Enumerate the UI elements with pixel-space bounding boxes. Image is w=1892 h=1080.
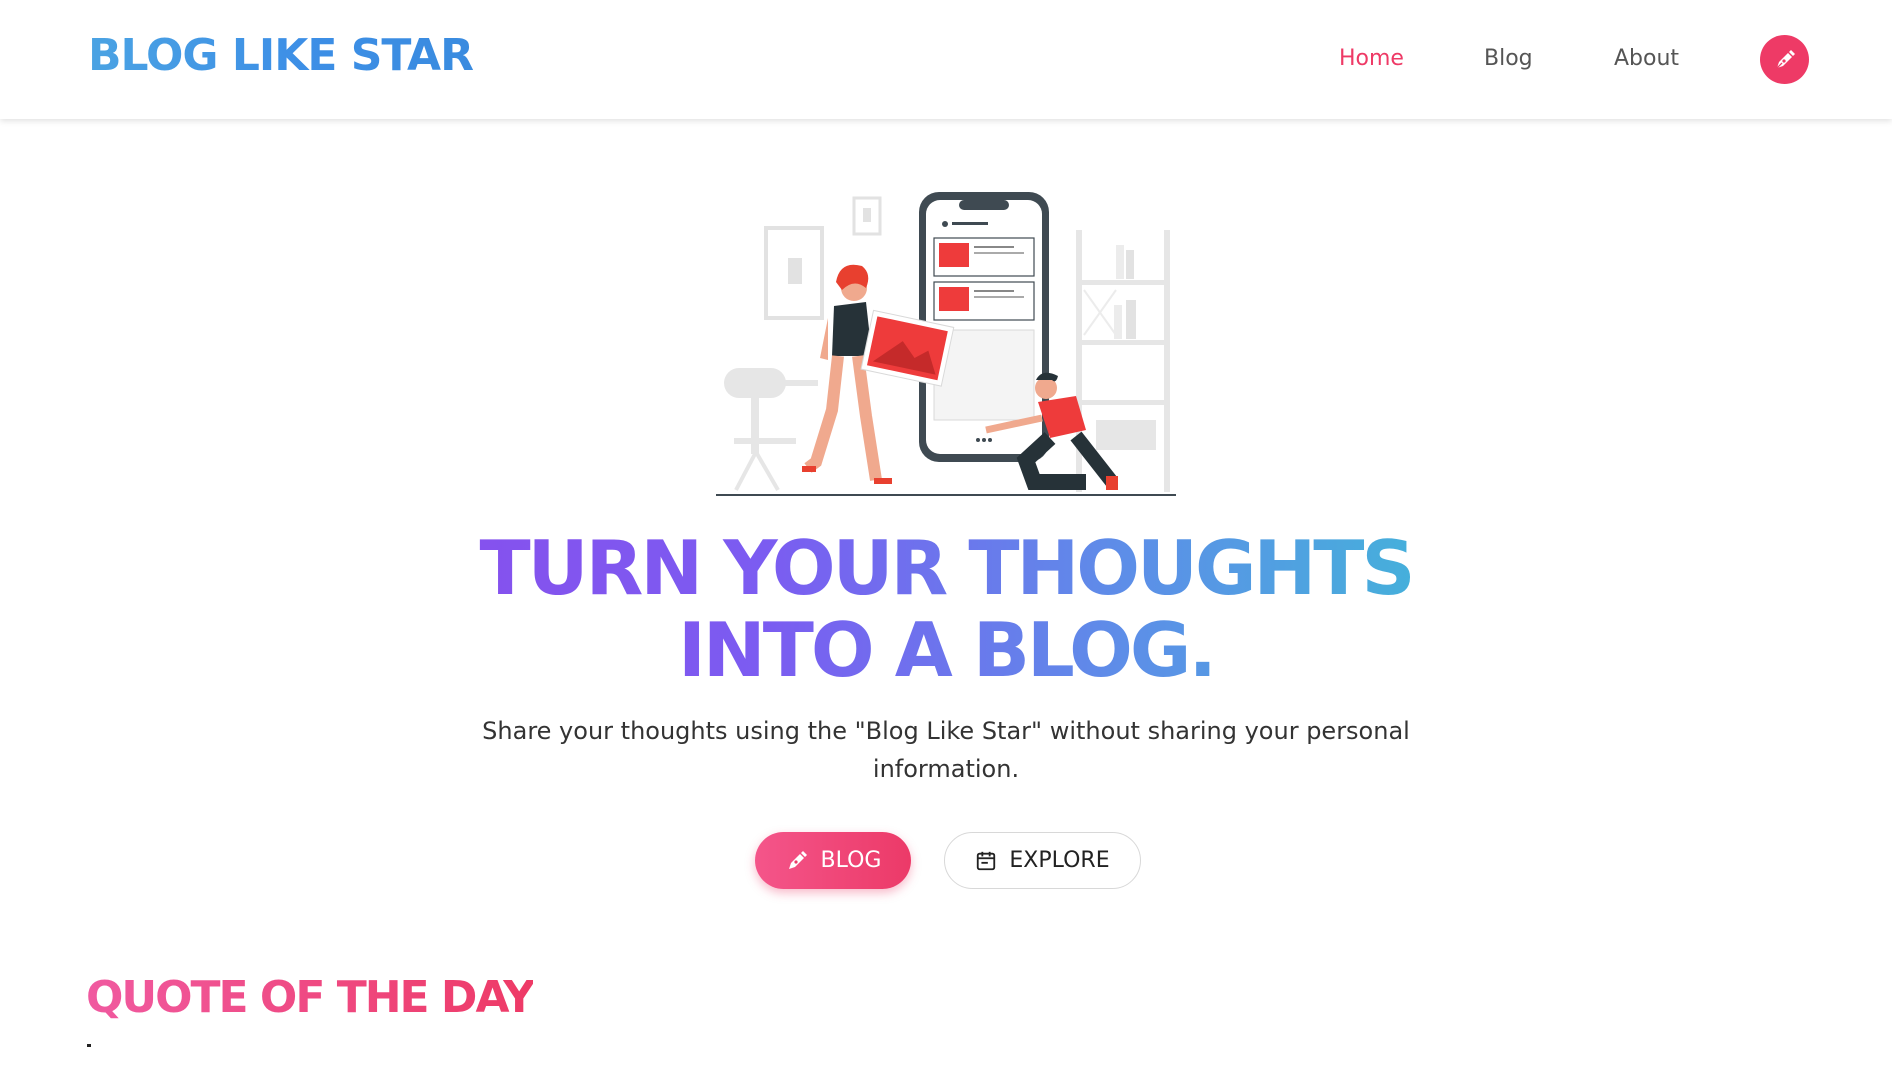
quote-text-fragment (87, 1044, 91, 1047)
calendar-icon (977, 851, 996, 870)
write-post-button[interactable] (1760, 35, 1809, 84)
nav-link-home[interactable]: Home (1339, 46, 1404, 71)
navbar: BLOG LIKE STAR Home Blog About (0, 0, 1892, 119)
blog-button[interactable]: BLOG (755, 832, 911, 889)
hero-illustration (716, 192, 1176, 496)
pen-icon (1776, 49, 1795, 68)
brand-logo[interactable]: BLOG LIKE STAR (88, 30, 474, 81)
hero-subtitle: Share your thoughts using the "Blog Like… (482, 717, 1410, 783)
hero-title-line2: INTO A BLOG. (678, 606, 1214, 694)
quote-of-the-day-heading: QUOTE OF THE DAY (86, 972, 535, 1023)
explore-button-label: EXPLORE (1009, 848, 1110, 873)
pen-icon (788, 850, 807, 869)
nav-link-blog[interactable]: Blog (1484, 46, 1533, 71)
nav-link-about[interactable]: About (1614, 46, 1679, 71)
explore-button[interactable]: EXPLORE (944, 832, 1141, 889)
hero-title: TURN YOUR THOUGHTS INTO A BLOG. (346, 527, 1546, 691)
hero-title-line1: TURN YOUR THOUGHTS (479, 524, 1413, 612)
blog-button-label: BLOG (820, 848, 882, 873)
